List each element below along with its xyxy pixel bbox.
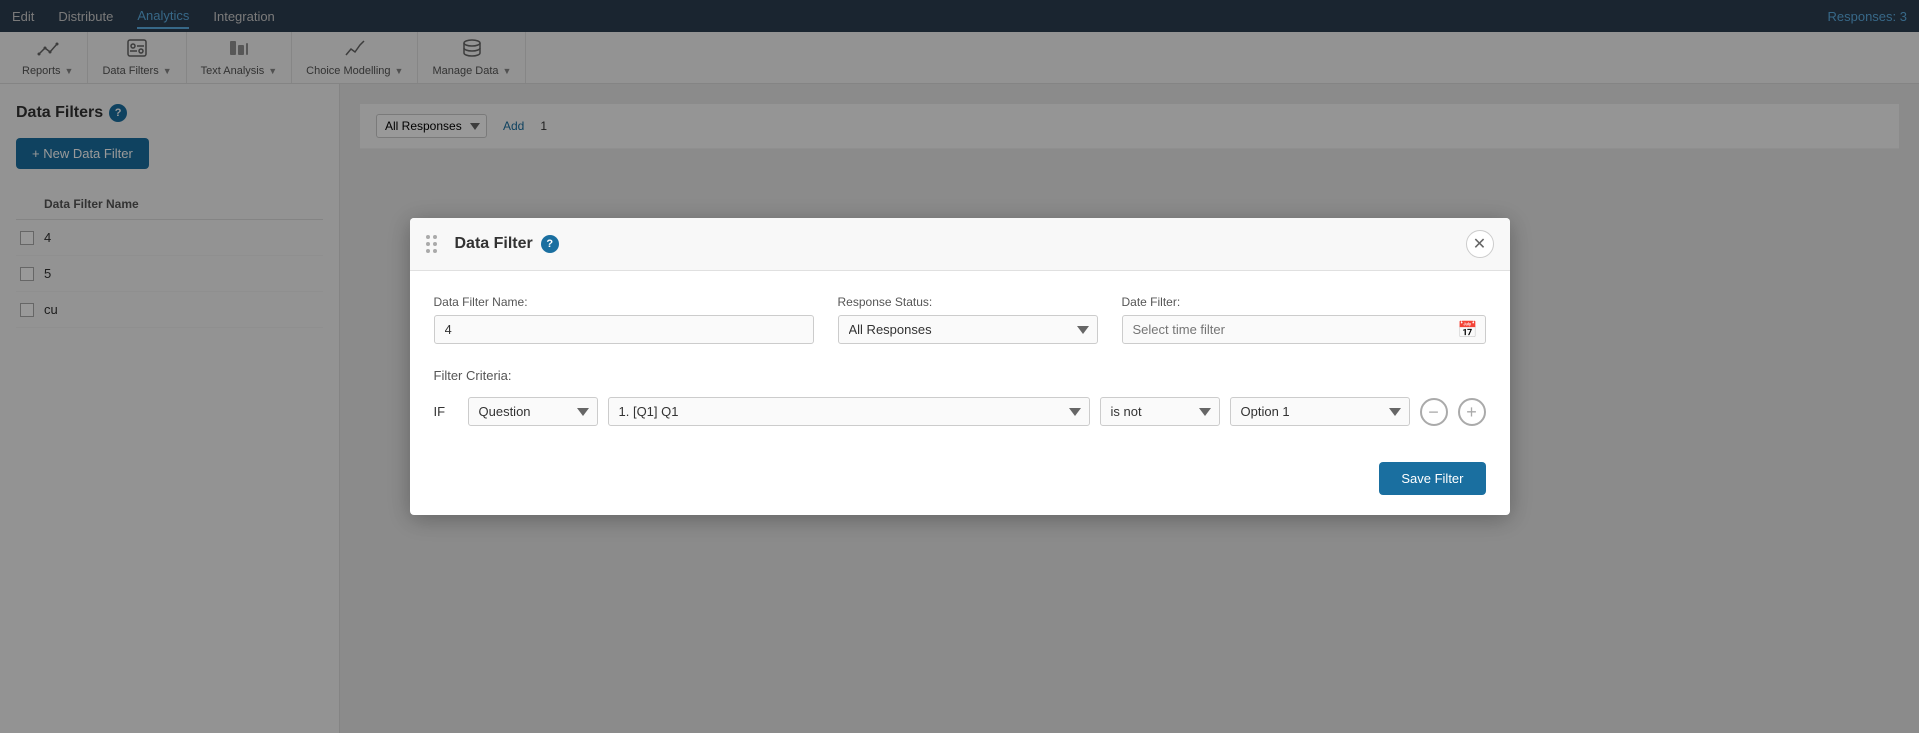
- response-status-dropdown[interactable]: All Responses Complete Partial Screened …: [838, 315, 1098, 344]
- date-field-group: Date Filter: 📅: [1122, 295, 1486, 344]
- status-field-group: Response Status: All Responses Complete …: [838, 295, 1098, 344]
- modal-overlay: Data Filter ? ✕ Data Filter Name: Respon…: [0, 0, 1919, 733]
- filter-criteria-label: Filter Criteria:: [434, 368, 1486, 383]
- modal-body: Data Filter Name: Response Status: All R…: [410, 271, 1510, 462]
- name-label: Data Filter Name:: [434, 295, 814, 309]
- add-criteria-button[interactable]: +: [1458, 398, 1486, 426]
- remove-criteria-button[interactable]: −: [1420, 398, 1448, 426]
- criteria-option-select[interactable]: Option 1 Option 2 Option 3: [1230, 397, 1410, 426]
- criteria-type-select[interactable]: Question Answer: [468, 397, 598, 426]
- criteria-condition-select[interactable]: is is not contains: [1100, 397, 1220, 426]
- criteria-row: IF Question Answer 1. [Q1] Q1 2. [Q2] Q2…: [434, 397, 1486, 426]
- modal-drag-handle[interactable]: [426, 235, 437, 253]
- modal-title: Data Filter ?: [455, 235, 559, 253]
- name-field-group: Data Filter Name:: [434, 295, 814, 344]
- save-filter-button[interactable]: Save Filter: [1379, 462, 1485, 495]
- date-label: Date Filter:: [1122, 295, 1486, 309]
- modal-close-button[interactable]: ✕: [1466, 230, 1494, 258]
- criteria-question-select[interactable]: 1. [Q1] Q1 2. [Q2] Q2: [608, 397, 1090, 426]
- name-input[interactable]: [434, 315, 814, 344]
- date-input[interactable]: [1122, 315, 1486, 344]
- modal-title-text: Data Filter: [455, 235, 533, 253]
- criteria-if-label: IF: [434, 404, 458, 419]
- modal-header: Data Filter ? ✕: [410, 218, 1510, 271]
- form-row-top: Data Filter Name: Response Status: All R…: [434, 295, 1486, 344]
- data-filter-modal: Data Filter ? ✕ Data Filter Name: Respon…: [410, 218, 1510, 515]
- date-input-wrapper: 📅: [1122, 315, 1486, 344]
- status-label: Response Status:: [838, 295, 1098, 309]
- modal-help-icon[interactable]: ?: [541, 235, 559, 253]
- modal-footer: Save Filter: [410, 462, 1510, 515]
